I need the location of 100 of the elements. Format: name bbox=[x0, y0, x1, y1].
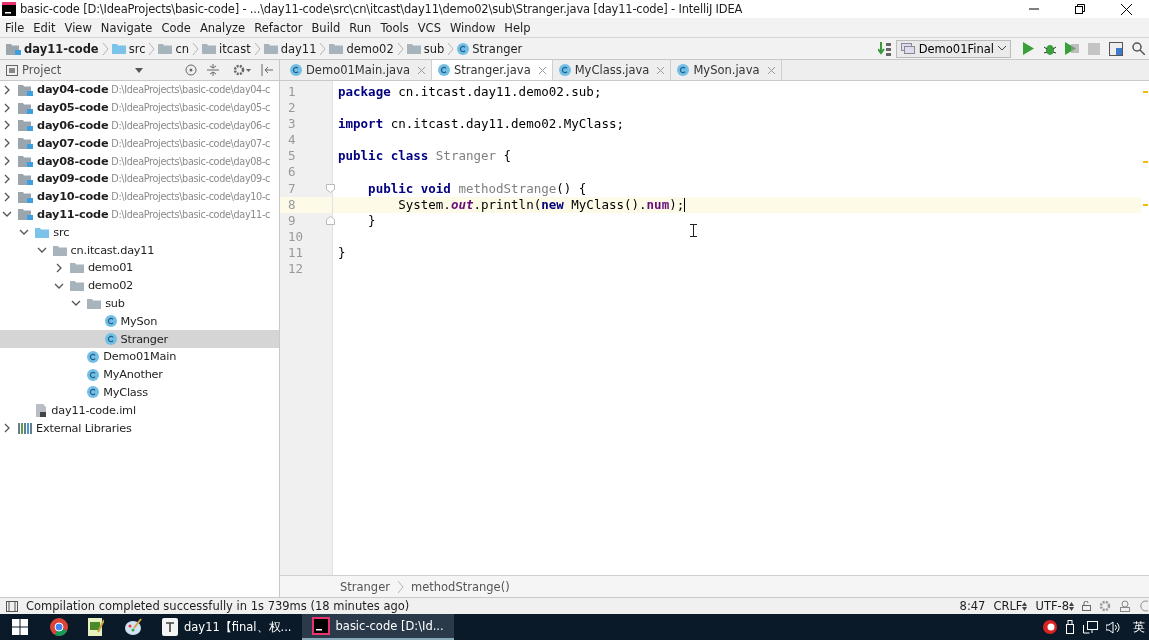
tree-item[interactable]: day05-code D:\IdeaProjects\basic-code\day05-c bbox=[0, 98, 279, 117]
hide-panel-icon[interactable] bbox=[261, 64, 273, 76]
tree-item[interactable]: MyClass bbox=[0, 383, 279, 402]
breadcrumb[interactable]: cn bbox=[158, 41, 190, 56]
chevron-icon bbox=[397, 579, 404, 594]
line-number: 10 bbox=[287, 228, 305, 245]
menu-item[interactable]: Tools bbox=[376, 20, 414, 35]
menu-item[interactable]: Build bbox=[307, 20, 346, 35]
folder-icon bbox=[263, 43, 278, 54]
fold-start-icon[interactable] bbox=[326, 183, 335, 193]
speaker-icon[interactable] bbox=[1106, 620, 1121, 634]
line-number: 5 bbox=[287, 148, 297, 165]
tree-item[interactable]: day10-code D:\IdeaProjects\basic-code\day10-c bbox=[0, 187, 279, 206]
tree-item-label: src bbox=[53, 225, 70, 239]
windows-logo-icon bbox=[12, 619, 28, 635]
code-line: public void methodStrange() { bbox=[367, 180, 587, 197]
menu-item[interactable]: VCS bbox=[413, 20, 446, 35]
tree-item[interactable]: sub bbox=[0, 294, 279, 313]
class-icon bbox=[457, 42, 470, 55]
code-line: } bbox=[338, 245, 346, 261]
breadcrumb[interactable]: itcast bbox=[202, 41, 251, 56]
notepad-icon bbox=[88, 618, 104, 636]
breadcrumb[interactable]: src bbox=[111, 41, 146, 56]
menu-item[interactable]: Help bbox=[500, 20, 536, 35]
class-icon bbox=[558, 64, 571, 76]
chevron-icon bbox=[396, 41, 404, 56]
tree-item[interactable]: day07-code D:\IdeaProjects\basic-code\day07-c bbox=[0, 134, 279, 153]
locate-icon[interactable] bbox=[185, 64, 197, 76]
tree-item[interactable]: day11-code.iml bbox=[0, 401, 279, 420]
status-message: Compilation completed successfully in 1s 739ms (18 minutes ago) bbox=[26, 599, 410, 613]
tree-item[interactable]: day11-code D:\IdeaProjects\basic-code\day11-c bbox=[0, 205, 279, 224]
breadcrumb[interactable]: sub bbox=[406, 41, 445, 56]
editor-breadcrumb[interactable]: methodStrange() bbox=[411, 579, 510, 594]
tree-item-label: cn.itcast.day11 bbox=[70, 243, 155, 257]
tree-item[interactable]: demo01 bbox=[0, 258, 279, 277]
caret-icon bbox=[998, 46, 1006, 51]
editor-tab[interactable]: Stranger.java bbox=[432, 60, 553, 80]
tree-item[interactable]: demo02 bbox=[0, 276, 279, 295]
tree-item[interactable]: MySon bbox=[0, 312, 279, 331]
taskbar-button[interactable]: basic-code [D:\Id... bbox=[301, 614, 454, 640]
dropdown-caret-icon[interactable] bbox=[135, 67, 143, 73]
tree-item[interactable]: External Libraries bbox=[0, 419, 279, 437]
network-icon[interactable] bbox=[1083, 620, 1098, 634]
folder-icon bbox=[87, 297, 102, 309]
tree-item[interactable]: day09-code D:\IdeaProjects\basic-code\day09-c bbox=[0, 170, 279, 188]
breadcrumb[interactable]: Stranger bbox=[457, 41, 523, 56]
tray-app-icon[interactable] bbox=[1043, 620, 1057, 634]
module-folder-icon bbox=[18, 83, 33, 96]
line-number: 12 bbox=[287, 261, 305, 278]
menu-item[interactable]: Navigate bbox=[96, 20, 158, 35]
collapse-all-icon[interactable] bbox=[207, 64, 219, 76]
tree-item[interactable]: day04-code D:\IdeaProjects\basic-code\day04-c bbox=[0, 81, 279, 99]
module-path: D:\IdeaProjects\basic-code\day06-c bbox=[111, 120, 271, 131]
minimize-icon bbox=[1029, 8, 1039, 10]
taskbar-button[interactable]: day11【final、权... bbox=[152, 614, 302, 640]
module-folder-icon bbox=[18, 119, 33, 132]
run-configuration-dropdown[interactable]: Demo01Final bbox=[895, 39, 1011, 58]
breadcrumb[interactable]: day11 bbox=[263, 41, 317, 56]
window-title: basic-code [D:\IdeaProjects\basic-code] - ...\day11-code\src\cn\itcast\day11\demo02\sub\Stranger.java [day11-code] - IntelliJ IDEA bbox=[19, 2, 744, 16]
menu-item[interactable]: Code bbox=[157, 20, 196, 35]
menu-item[interactable]: View bbox=[60, 20, 97, 35]
breadcrumb[interactable]: demo02 bbox=[329, 41, 394, 56]
tree-item-label: day05-code bbox=[37, 101, 109, 115]
class-icon bbox=[438, 64, 450, 76]
menu-item[interactable]: Edit bbox=[29, 20, 61, 35]
line-separator[interactable]: CRLF bbox=[993, 599, 1023, 613]
tree-item[interactable]: cn.itcast.day11 bbox=[0, 241, 279, 259]
breadcrumb[interactable]: day11-code bbox=[6, 41, 99, 56]
chevron-icon bbox=[192, 41, 200, 56]
project-icon bbox=[6, 64, 18, 76]
menu-item[interactable]: Refactor bbox=[250, 20, 308, 35]
tree-item[interactable]: src bbox=[0, 223, 279, 242]
file-encoding[interactable]: UTF-8 bbox=[1035, 599, 1069, 613]
tree-item[interactable]: Demo01Main bbox=[0, 347, 279, 366]
folder-icon bbox=[329, 43, 344, 54]
module-folder-icon bbox=[18, 208, 33, 221]
panel-toggle-icon[interactable] bbox=[6, 600, 18, 612]
menu-item[interactable]: Analyze bbox=[195, 20, 251, 35]
line-number: 1 bbox=[287, 84, 297, 101]
tree-item[interactable]: Stranger bbox=[0, 330, 279, 348]
menu-item[interactable]: File bbox=[1, 20, 30, 35]
lock-icon[interactable] bbox=[1082, 601, 1091, 611]
input-method-indicator[interactable]: 英 bbox=[1129, 614, 1149, 640]
code-line: package cn.itcast.day11.demo02.sub; bbox=[338, 84, 602, 101]
editor-breadcrumb[interactable]: Stranger bbox=[340, 579, 390, 594]
tree-item[interactable]: day08-code D:\IdeaProjects\basic-code\day08-c bbox=[0, 152, 279, 170]
text-app-icon bbox=[162, 618, 178, 636]
class-icon bbox=[87, 368, 100, 381]
menu-item[interactable]: Window bbox=[445, 20, 501, 35]
tree-item[interactable]: day06-code D:\IdeaProjects\basic-code\day06-c bbox=[0, 116, 279, 135]
tree-item-label: day04-code bbox=[37, 83, 109, 97]
caret-position[interactable]: 8:47 bbox=[959, 599, 986, 613]
tree-item[interactable]: MyAnother bbox=[0, 365, 279, 384]
inspector-icon[interactable] bbox=[1119, 600, 1131, 612]
usb-device-icon[interactable] bbox=[1065, 620, 1075, 634]
line-number: 11 bbox=[287, 244, 305, 262]
close-icon[interactable] bbox=[538, 66, 546, 74]
gear-icon[interactable] bbox=[233, 64, 251, 76]
menu-item[interactable]: Run bbox=[345, 20, 377, 35]
module-path: D:\IdeaProjects\basic-code\day10-c bbox=[111, 191, 271, 203]
